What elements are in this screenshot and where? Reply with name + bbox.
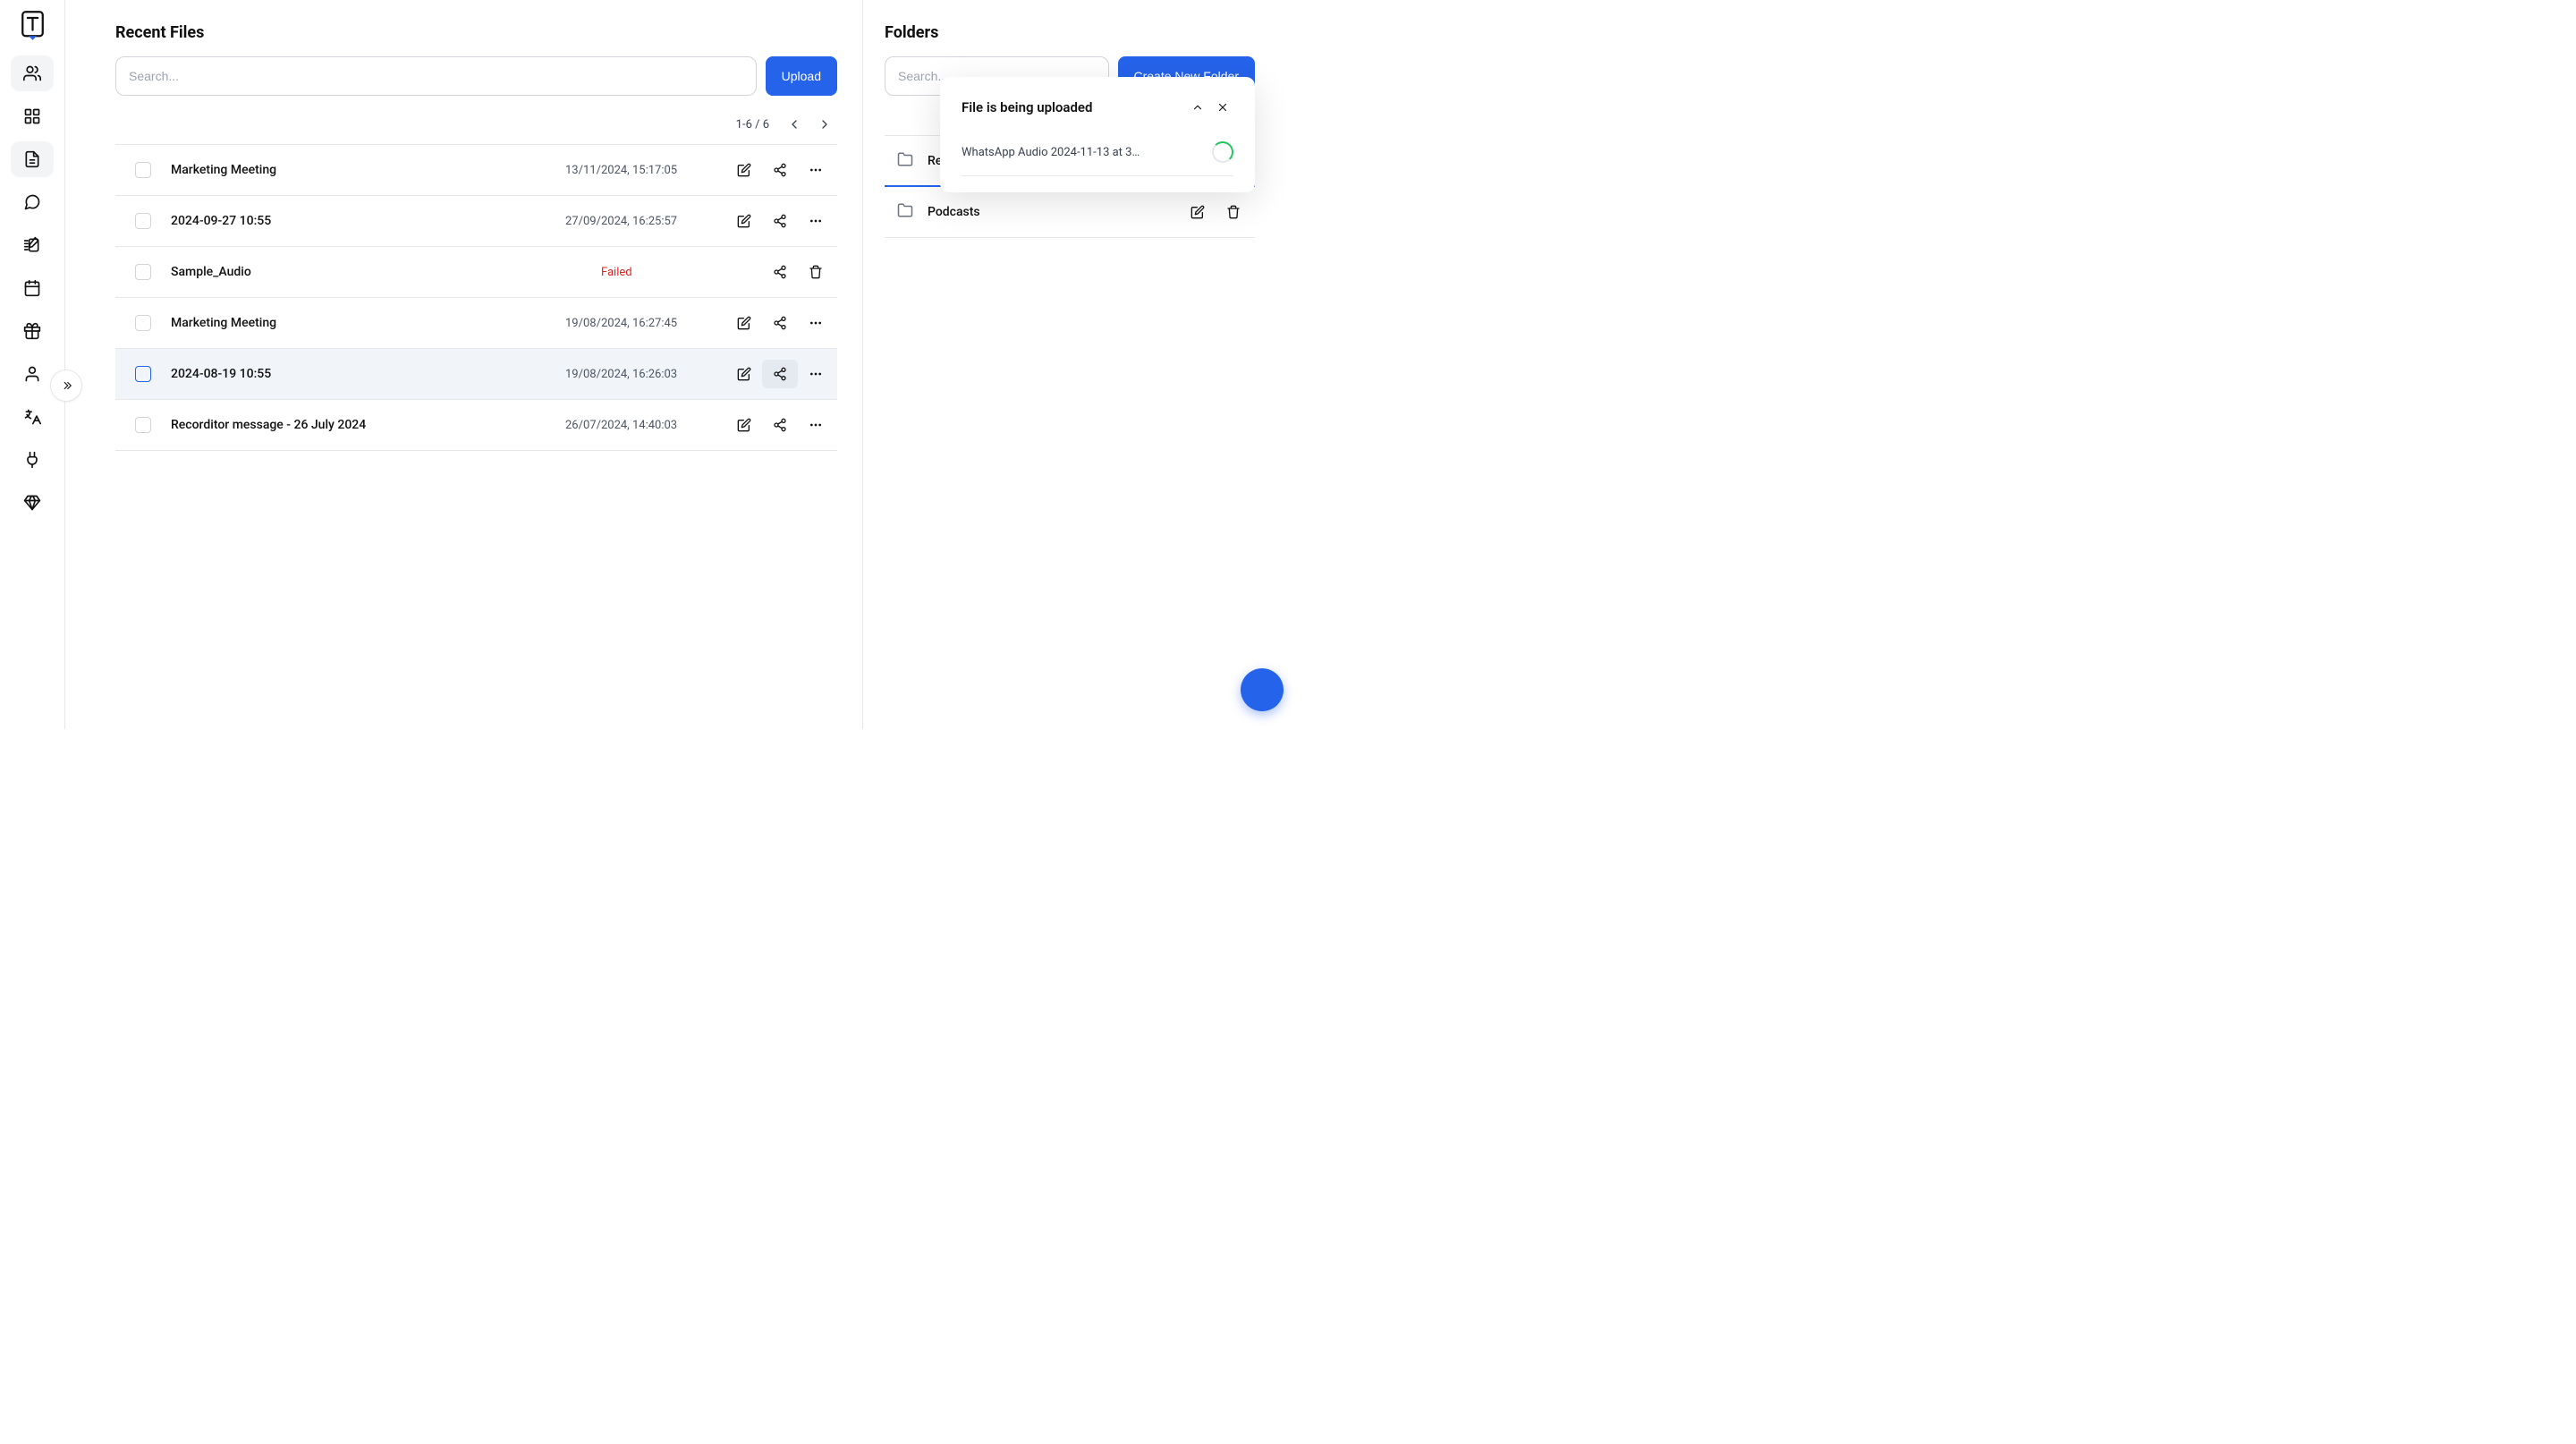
file-row[interactable]: Sample_Audio Failed [115,247,837,298]
pager-text: 1-6 / 6 [736,118,769,132]
share-button[interactable] [762,207,798,235]
upload-toast: File is being uploaded WhatsApp Audio 20… [940,77,1255,192]
toast-collapse-button[interactable] [1187,97,1208,118]
share-button[interactable] [762,411,798,439]
folder-icon [897,202,913,222]
sidebar [0,0,65,729]
nav-dashboard[interactable] [11,98,54,134]
file-date: 19/08/2024, 16:26:03 [565,368,726,381]
edit-button[interactable] [726,207,762,235]
edit-button[interactable] [726,156,762,184]
files-search-input[interactable] [115,56,757,96]
nav-chat[interactable] [11,184,54,220]
app-logo [21,9,45,43]
folder-name: Podcasts [928,205,1180,219]
row-checkbox[interactable] [135,213,151,229]
file-row[interactable]: 2024-09-27 10:55 27/09/2024, 16:25:57 [115,196,837,247]
file-name: Sample_Audio [171,265,601,279]
file-row[interactable]: Marketing Meeting 13/11/2024, 15:17:05 [115,145,837,196]
nav-premium[interactable] [11,485,54,521]
more-button[interactable] [798,207,834,235]
file-status: Failed [601,266,762,279]
pager-next-button[interactable] [812,112,837,137]
nav-language[interactable] [11,399,54,435]
toast-title: File is being uploaded [962,99,1183,115]
file-name: 2024-08-19 10:55 [171,367,565,381]
folders-title: Folders [885,23,1255,42]
file-date: 13/11/2024, 15:17:05 [565,164,726,177]
file-date: 26/07/2024, 14:40:03 [565,419,726,432]
chat-fab-button[interactable] [1241,668,1284,711]
edit-folder-button[interactable] [1180,198,1216,226]
delete-folder-button[interactable] [1216,198,1251,226]
file-date: 19/08/2024, 16:27:45 [565,317,726,330]
share-button[interactable] [762,258,798,286]
nav-team[interactable] [11,55,54,91]
delete-button[interactable] [798,258,834,286]
nav-integrations[interactable] [11,442,54,478]
files-title: Recent Files [115,23,837,42]
row-checkbox[interactable] [135,366,151,382]
nav-calendar[interactable] [11,270,54,306]
nav-profile[interactable] [11,356,54,392]
edit-button[interactable] [726,309,762,337]
file-row[interactable]: Recorditor message - 26 July 2024 26/07/… [115,400,837,451]
file-name: Recorditor message - 26 July 2024 [171,418,565,432]
pager-prev-button[interactable] [782,112,807,137]
row-checkbox[interactable] [135,264,151,280]
file-name: Marketing Meeting [171,163,565,177]
file-name: Marketing Meeting [171,316,565,330]
edit-button[interactable] [726,360,762,388]
more-button[interactable] [798,360,834,388]
toast-close-button[interactable] [1212,97,1233,118]
file-date: 27/09/2024, 16:25:57 [565,215,726,228]
row-checkbox[interactable] [135,315,151,331]
edit-button[interactable] [726,411,762,439]
folder-row[interactable]: Podcasts [885,187,1255,238]
share-button[interactable] [762,309,798,337]
nav-files[interactable] [11,141,54,177]
row-checkbox[interactable] [135,162,151,178]
file-row[interactable]: 2024-08-19 10:55 19/08/2024, 16:26:03 [115,349,837,400]
upload-spinner-icon [1212,141,1233,163]
row-checkbox[interactable] [135,417,151,433]
pager: 1-6 / 6 [115,105,837,144]
folder-icon [897,151,913,171]
more-button[interactable] [798,156,834,184]
nav-notes[interactable] [11,227,54,263]
share-button[interactable] [762,156,798,184]
share-button[interactable] [762,360,798,388]
more-button[interactable] [798,411,834,439]
toast-file-name: WhatsApp Audio 2024-11-13 at 3… [962,146,1140,159]
more-button[interactable] [798,309,834,337]
file-row[interactable]: Marketing Meeting 19/08/2024, 16:27:45 [115,298,837,349]
file-name: 2024-09-27 10:55 [171,214,565,228]
nav-rewards[interactable] [11,313,54,349]
upload-button[interactable]: Upload [766,56,837,96]
